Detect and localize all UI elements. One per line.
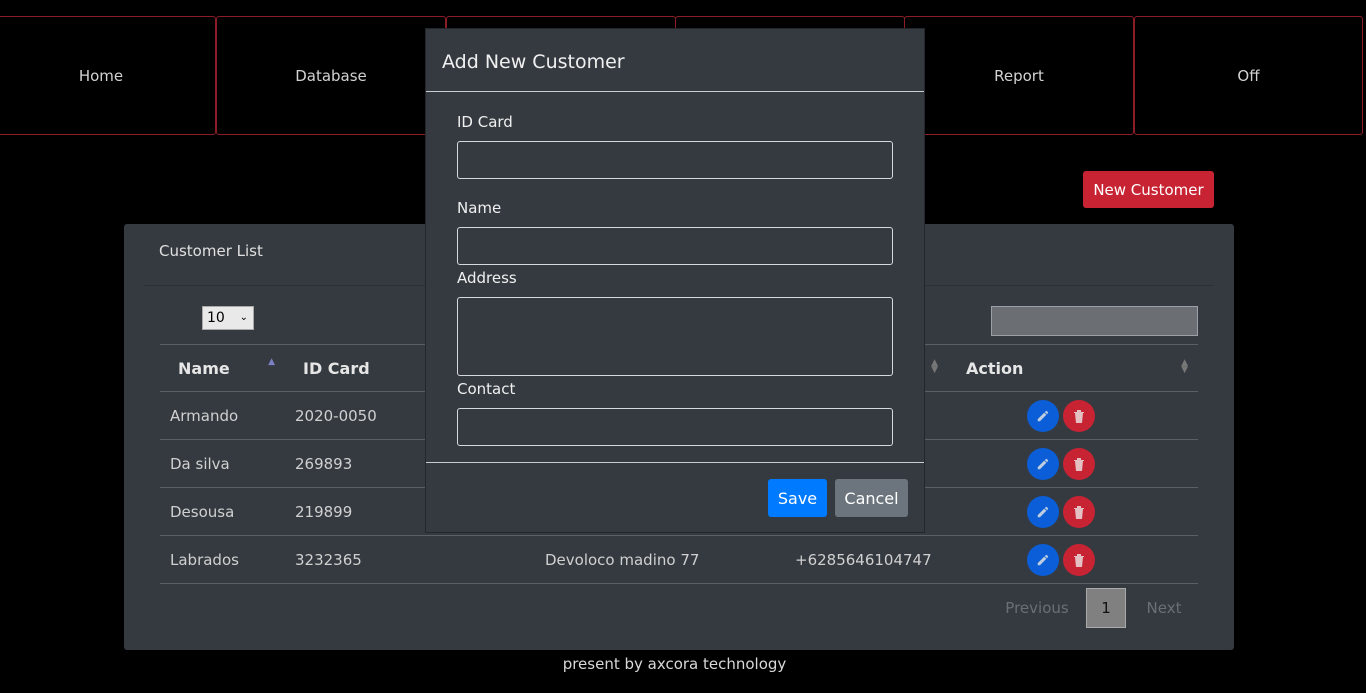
cell-address: Devoloco madino 77 bbox=[535, 535, 785, 584]
previous-page-button[interactable]: Previous bbox=[988, 599, 1086, 617]
page-1-button[interactable]: 1 bbox=[1086, 588, 1126, 628]
nav-item-label: Off bbox=[1237, 66, 1260, 85]
trash-icon bbox=[1074, 457, 1084, 471]
column-header-name[interactable]: Name ▲ bbox=[160, 344, 285, 392]
pencil-icon bbox=[1037, 410, 1049, 421]
cancel-button[interactable]: Cancel bbox=[835, 479, 908, 517]
address-label: Address bbox=[457, 269, 517, 287]
delete-button[interactable] bbox=[1063, 495, 1095, 528]
cell-actions bbox=[948, 391, 1198, 440]
nav-item-report[interactable]: Report bbox=[904, 16, 1134, 135]
cell-name: Da silva bbox=[160, 439, 285, 488]
modal-title: Add New Customer bbox=[442, 51, 625, 73]
cell-actions bbox=[948, 487, 1198, 536]
pencil-icon bbox=[1037, 458, 1049, 469]
id-card-input[interactable] bbox=[457, 141, 893, 179]
edit-button[interactable] bbox=[1027, 543, 1059, 576]
cell-name: Desousa bbox=[160, 487, 285, 536]
cell-contact: +6285646104747 bbox=[785, 535, 948, 584]
nav-item-label: Home bbox=[78, 66, 124, 85]
delete-button[interactable] bbox=[1063, 447, 1095, 480]
search-input[interactable] bbox=[991, 306, 1198, 336]
next-page-button[interactable]: Next bbox=[1126, 599, 1202, 617]
trash-icon bbox=[1074, 553, 1084, 567]
id-card-label: ID Card bbox=[457, 113, 513, 131]
name-label: Name bbox=[457, 199, 502, 217]
pagination: Previous 1 Next bbox=[988, 587, 1202, 629]
nav-item-off[interactable]: Off bbox=[1134, 16, 1363, 135]
cell-actions bbox=[948, 439, 1198, 488]
trash-icon bbox=[1074, 505, 1084, 519]
sort-icon: ▲ ▼ bbox=[1181, 358, 1188, 375]
nav-item-label: Database bbox=[295, 66, 367, 85]
cell-name: Armando bbox=[160, 391, 285, 440]
nav-item-label: Report bbox=[994, 66, 1044, 85]
sort-asc-icon: ▲ bbox=[268, 357, 275, 367]
trash-icon bbox=[1074, 409, 1084, 423]
delete-button[interactable] bbox=[1063, 543, 1095, 576]
new-customer-button[interactable]: New Customer bbox=[1083, 171, 1214, 208]
column-header-action[interactable]: Action ▲ ▼ bbox=[948, 344, 1198, 392]
contact-input[interactable] bbox=[457, 408, 893, 446]
delete-button[interactable] bbox=[1063, 399, 1095, 432]
sort-icon: ▲ ▼ bbox=[931, 358, 938, 375]
address-textarea[interactable] bbox=[457, 297, 893, 376]
edit-button[interactable] bbox=[1027, 399, 1059, 432]
page-length-value: 10 bbox=[207, 310, 225, 326]
card-title: Customer List bbox=[159, 242, 263, 260]
chevron-down-icon: ⌄ bbox=[239, 312, 248, 323]
cell-name: Labrados bbox=[160, 535, 285, 584]
pencil-icon bbox=[1037, 506, 1049, 517]
table-row: Labrados 3232365 Devoloco madino 77 +628… bbox=[160, 535, 1198, 584]
nav-item-home[interactable]: Home bbox=[0, 16, 216, 135]
contact-label: Contact bbox=[457, 380, 516, 398]
add-customer-modal: Add New Customer ID Card Name Address Co… bbox=[425, 28, 925, 533]
page-length-select[interactable]: 10 ⌄ bbox=[202, 306, 254, 330]
cell-id-card: 3232365 bbox=[285, 535, 535, 584]
divider bbox=[426, 462, 924, 463]
save-button[interactable]: Save bbox=[768, 479, 827, 517]
name-input[interactable] bbox=[457, 227, 893, 265]
edit-button[interactable] bbox=[1027, 495, 1059, 528]
footer-text: present by axcora technology bbox=[562, 655, 787, 673]
nav-item-database[interactable]: Database bbox=[216, 16, 446, 135]
divider bbox=[426, 91, 924, 92]
cell-actions bbox=[948, 535, 1198, 584]
pencil-icon bbox=[1037, 554, 1049, 565]
edit-button[interactable] bbox=[1027, 447, 1059, 480]
